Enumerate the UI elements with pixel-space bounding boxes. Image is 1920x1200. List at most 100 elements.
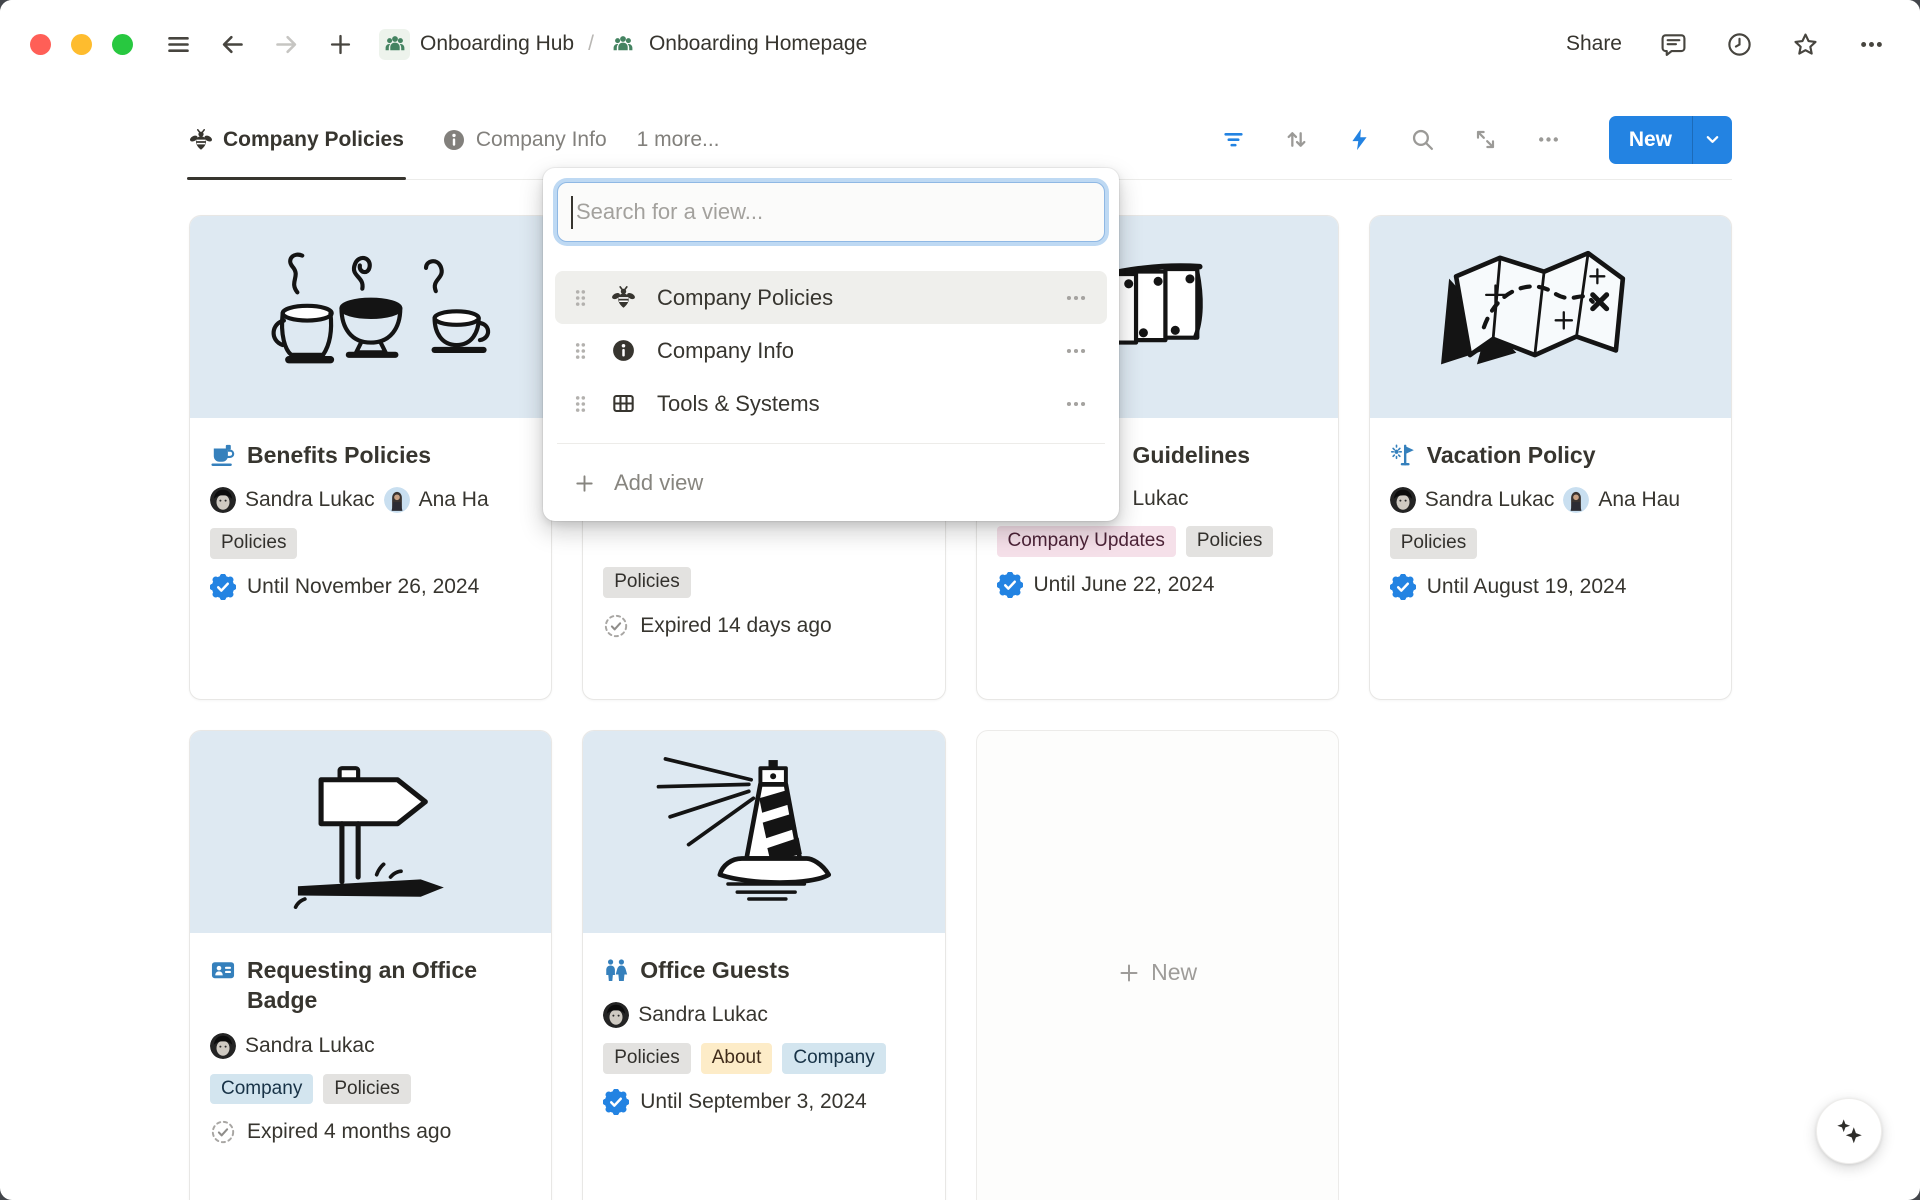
status-text: Until August 19, 2024 <box>1427 575 1627 599</box>
new-page-plus-icon[interactable] <box>325 29 355 59</box>
lighthouse-cover-illustration <box>583 731 944 933</box>
history-clock-icon[interactable] <box>1724 29 1754 59</box>
person-name-visible: Lukac <box>1133 487 1189 511</box>
sidebar-menu-icon[interactable] <box>163 29 193 59</box>
person-name: Ana Hau <box>1598 488 1680 512</box>
automations-lightning-icon[interactable] <box>1347 127 1373 153</box>
verified-badge-icon <box>603 1089 629 1115</box>
add-view-label: Add view <box>614 470 703 496</box>
filter-icon[interactable] <box>1221 127 1247 153</box>
expired-check-icon <box>210 1119 236 1145</box>
new-record-card[interactable]: New <box>976 730 1339 1200</box>
office-guests-people-icon <box>603 957 629 983</box>
new-card-label: New <box>1151 959 1197 986</box>
breadcrumb-separator: / <box>588 32 594 56</box>
view-options-icon[interactable] <box>1536 127 1562 153</box>
comments-icon[interactable] <box>1658 29 1688 59</box>
verified-badge-icon <box>210 574 236 600</box>
person-name: Sandra Lukac <box>638 1003 768 1027</box>
more-views-link[interactable]: 1 more... <box>637 128 720 152</box>
tab-company-policies[interactable]: Company Policies <box>189 100 404 179</box>
avatar <box>210 487 236 513</box>
breadcrumb: Onboarding Hub / Onboarding Homepage <box>379 29 867 60</box>
traffic-lights <box>30 34 133 55</box>
breadcrumb-hub-label[interactable]: Onboarding Hub <box>420 32 574 56</box>
onboarding-hub-icon <box>379 29 410 60</box>
view-search-input[interactable] <box>557 182 1105 242</box>
card-office-badge[interactable]: Requesting an Office Badge Sandra Lukac … <box>189 730 552 1200</box>
expired-check-icon <box>603 613 629 639</box>
forward-arrow-icon[interactable] <box>271 29 301 59</box>
expand-view-icon[interactable] <box>1473 127 1499 153</box>
favorite-star-icon[interactable] <box>1790 29 1820 59</box>
card-benefits-policies[interactable]: Benefits Policies Sandra Lukac Ana Ha Po… <box>189 215 552 700</box>
view-search <box>557 182 1105 242</box>
card-title: Vacation Policy <box>1427 440 1596 470</box>
drag-handle-icon[interactable] <box>573 339 588 363</box>
tag-about: About <box>701 1043 773 1074</box>
add-view-button[interactable]: Add view <box>555 457 1107 509</box>
card-title: Requesting an Office Badge <box>247 955 531 1016</box>
view-switcher-dropdown: Company Policies Company Info <box>543 168 1119 521</box>
card-status: Until June 22, 2024 <box>997 572 1318 598</box>
bee-icon <box>189 128 213 152</box>
chevron-down-icon[interactable] <box>1693 132 1732 147</box>
dropdown-divider <box>557 443 1105 444</box>
view-item-menu-icon[interactable] <box>1055 391 1089 417</box>
tab-label: Company Policies <box>223 128 404 152</box>
view-item-menu-icon[interactable] <box>1055 338 1089 364</box>
view-item-menu-icon[interactable] <box>1055 285 1089 311</box>
window-top-bar: Onboarding Hub / Onboarding Homepage Sha… <box>0 0 1920 88</box>
person-name: Sandra Lukac <box>1425 488 1555 512</box>
zoom-window-button[interactable] <box>112 34 133 55</box>
view-item-company-policies[interactable]: Company Policies <box>555 271 1107 324</box>
more-options-icon[interactable] <box>1856 29 1886 59</box>
person-name: Ana Ha <box>419 488 489 512</box>
breadcrumb-page-label[interactable]: Onboarding Homepage <box>649 32 867 56</box>
card-tags: Company Policies <box>210 1074 531 1105</box>
view-list: Company Policies Company Info <box>555 271 1107 430</box>
new-record-button[interactable]: New <box>1609 116 1732 164</box>
id-badge-icon <box>210 957 236 983</box>
tag-policies: Policies <box>323 1074 410 1105</box>
view-toolbar: New <box>1221 116 1732 164</box>
avatar <box>1563 487 1589 513</box>
tag-company: Company <box>782 1043 885 1074</box>
close-window-button[interactable] <box>30 34 51 55</box>
share-button[interactable]: Share <box>1566 32 1622 56</box>
onboarding-homepage-icon <box>608 29 639 60</box>
card-status: Until August 19, 2024 <box>1390 574 1711 600</box>
card-status: Until November 26, 2024 <box>210 574 531 600</box>
status-text: Expired 14 days ago <box>640 614 831 638</box>
minimize-window-button[interactable] <box>71 34 92 55</box>
sparkles-icon <box>1832 1114 1866 1148</box>
search-icon[interactable] <box>1410 127 1436 153</box>
card-tags: Policies About Company <box>603 1043 924 1074</box>
tag-company-updates: Company Updates <box>997 526 1176 557</box>
ai-assistant-button[interactable] <box>1816 1098 1882 1164</box>
plus-icon <box>573 472 596 495</box>
view-item-label: Tools & Systems <box>657 391 1055 417</box>
drag-handle-icon[interactable] <box>573 286 588 310</box>
view-item-company-info[interactable]: Company Info <box>555 324 1107 377</box>
card-office-guests[interactable]: Office Guests Sandra Lukac Policies Abou… <box>582 730 945 1200</box>
card-people: Sandra Lukac Ana Ha <box>210 487 531 513</box>
drag-handle-icon[interactable] <box>573 392 588 416</box>
new-button-label[interactable]: New <box>1609 128 1692 152</box>
card-title-visible: Guidelines <box>1133 440 1251 470</box>
status-text: Until June 22, 2024 <box>1034 573 1215 597</box>
view-item-tools-systems[interactable]: Tools & Systems <box>555 377 1107 430</box>
info-icon <box>442 128 466 152</box>
status-text: Until November 26, 2024 <box>247 575 479 599</box>
card-people: Sandra Lukac <box>210 1033 531 1059</box>
status-text: Until September 3, 2024 <box>640 1090 866 1114</box>
topbar-actions: Share <box>1566 29 1886 59</box>
card-status: Expired 4 months ago <box>210 1119 531 1145</box>
card-vacation-policy[interactable]: Vacation Policy Sandra Lukac Ana Hau Pol… <box>1369 215 1732 700</box>
card-tags: Policies <box>1390 528 1711 559</box>
table-icon <box>611 391 636 416</box>
sort-icon[interactable] <box>1284 127 1310 153</box>
view-item-label: Company Info <box>657 338 1055 364</box>
back-arrow-icon[interactable] <box>217 29 247 59</box>
card-status: Expired 14 days ago <box>603 613 924 639</box>
